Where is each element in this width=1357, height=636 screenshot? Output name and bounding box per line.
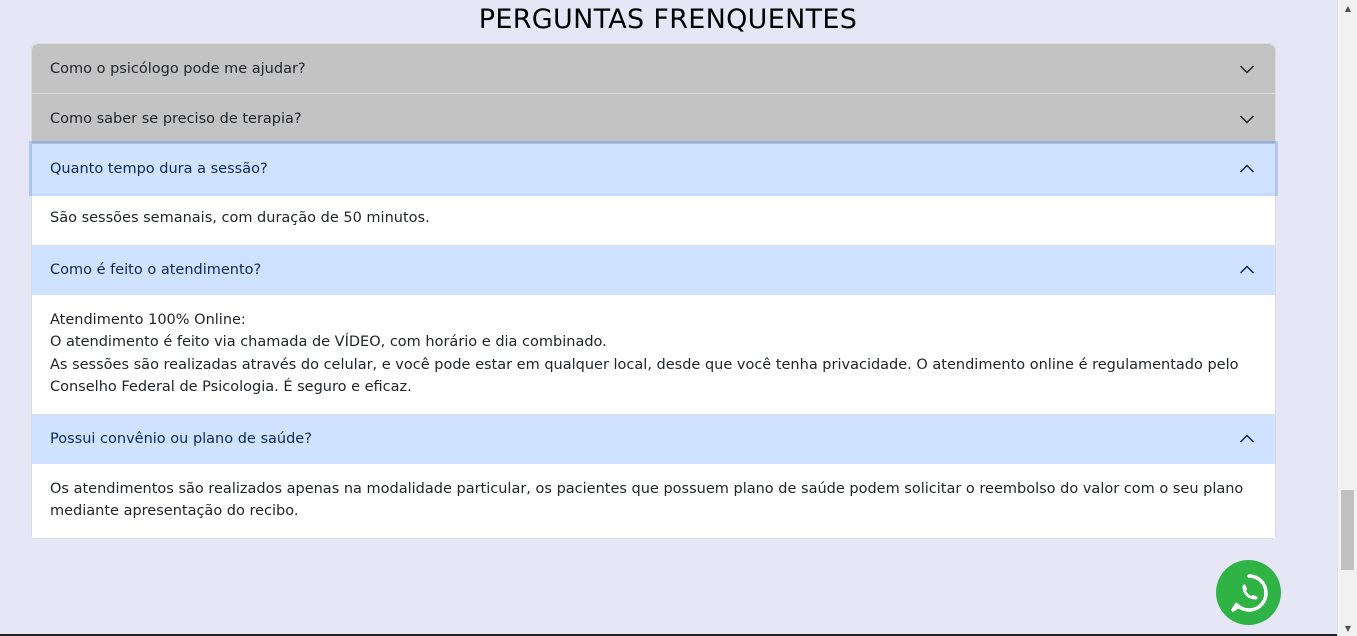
- chevron-down-icon: [1239, 61, 1255, 77]
- scrollbar-thumb[interactable]: [1341, 490, 1354, 570]
- chevron-up-icon: [1239, 262, 1255, 278]
- faq-answer-text: Atendimento 100% Online:: [50, 311, 246, 328]
- whatsapp-button[interactable]: [1216, 560, 1281, 625]
- faq-item: Quanto tempo dura a sessão? São sessões …: [32, 144, 1275, 246]
- faq-question-button[interactable]: Possui convênio ou plano de saúde?: [32, 414, 1275, 464]
- chevron-up-icon: [1239, 161, 1255, 177]
- page-title: PERGUNTAS FRENQUENTES: [478, 4, 858, 35]
- faq-item: Possui convênio ou plano de saúde? Os at…: [32, 414, 1275, 538]
- faq-item: Como saber se preciso de terapia?: [32, 94, 1275, 144]
- whatsapp-icon: [1230, 573, 1268, 612]
- faq-question-button[interactable]: Como é feito o atendimento?: [32, 245, 1275, 295]
- faq-question-label: Possui convênio ou plano de saúde?: [50, 431, 312, 447]
- scroll-down-arrow-icon[interactable]: ▼: [1338, 620, 1357, 636]
- chevron-up-icon: [1239, 431, 1255, 447]
- faq-item: Como é feito o atendimento? Atendimento …: [32, 245, 1275, 415]
- faq-accordion: Como o psicólogo pode me ajudar? Como sa…: [31, 43, 1276, 539]
- faq-item: Como o psicólogo pode me ajudar?: [32, 44, 1275, 94]
- faq-question-label: Quanto tempo dura a sessão?: [50, 160, 268, 177]
- faq-question-button[interactable]: Quanto tempo dura a sessão?: [32, 144, 1275, 193]
- vertical-scrollbar[interactable]: ▲ ▼: [1337, 0, 1357, 636]
- faq-question-label: Como o psicólogo pode me ajudar?: [50, 60, 306, 77]
- faq-answer-text: Os atendimentos são realizados apenas na…: [50, 480, 1244, 520]
- chevron-down-icon: [1239, 111, 1255, 127]
- page: PERGUNTAS FRENQUENTES Como o psicólogo p…: [0, 0, 1357, 636]
- scroll-up-arrow-icon[interactable]: ▲: [1338, 0, 1357, 16]
- faq-answer: São sessões semanais, com duração de 50 …: [32, 193, 1275, 245]
- faq-question-button[interactable]: Como saber se preciso de terapia?: [32, 94, 1275, 143]
- faq-question-label: Como saber se preciso de terapia?: [50, 110, 302, 127]
- faq-question-button[interactable]: Como o psicólogo pode me ajudar?: [32, 44, 1275, 93]
- faq-answer: Atendimento 100% Online: O atendimento é…: [32, 294, 1275, 414]
- faq-answer-text: O atendimento é feito via chamada de VÍD…: [50, 334, 607, 350]
- faq-question-label: Como é feito o atendimento?: [50, 262, 262, 278]
- faq-answer-text: São sessões semanais, com duração de 50 …: [50, 210, 430, 226]
- faq-answer-text: As sessões são realizadas através do cel…: [50, 356, 1239, 396]
- faq-answer: Os atendimentos são realizados apenas na…: [32, 463, 1275, 538]
